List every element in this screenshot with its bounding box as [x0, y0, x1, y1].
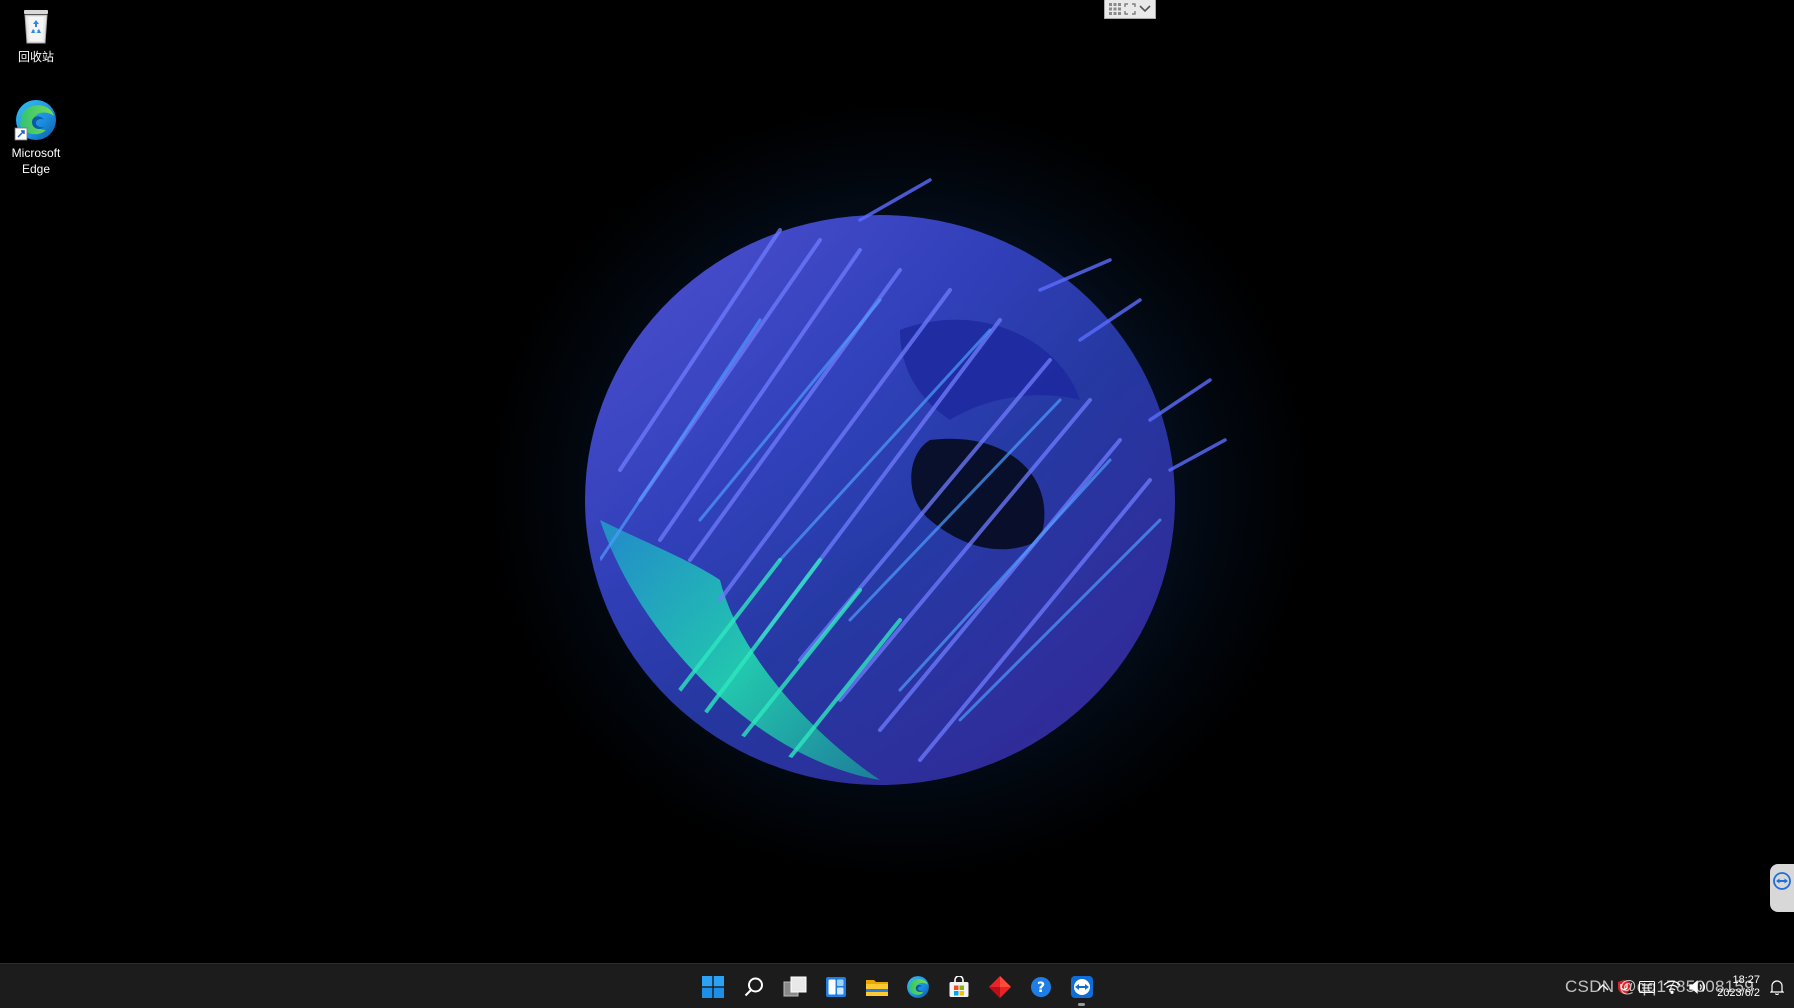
show-hidden-icons-button[interactable]	[1593, 964, 1613, 1008]
fullscreen-icon[interactable]	[1123, 2, 1137, 16]
file-explorer-button[interactable]	[856, 966, 897, 1007]
speaker-icon	[1689, 979, 1706, 994]
help-button[interactable]: ?	[1020, 966, 1061, 1007]
desktop-icon-recycle-bin[interactable]: 回收站	[0, 6, 72, 65]
folder-icon	[865, 979, 888, 996]
teamviewer-side-tab[interactable]	[1770, 864, 1794, 912]
volume-button[interactable]	[1685, 964, 1711, 1008]
search-icon	[744, 977, 763, 996]
teamviewer-taskbar-button[interactable]	[1061, 966, 1102, 1007]
chevron-down-icon[interactable]	[1138, 2, 1152, 16]
red-diamond-app-button[interactable]	[979, 966, 1020, 1007]
input-method-button[interactable]	[1635, 964, 1659, 1008]
taskbar-clock[interactable]: 18:27 2023/6/2	[1711, 974, 1766, 1000]
security-tray-button[interactable]	[1613, 964, 1635, 1008]
teamviewer-icon	[1773, 872, 1791, 890]
chevron-up-icon	[1597, 983, 1609, 990]
store-icon	[949, 975, 968, 997]
edge-icon	[906, 975, 929, 998]
task-view-icon	[783, 976, 806, 996]
grid-icon[interactable]	[1108, 2, 1122, 16]
desktop-icon-label: 回收站	[17, 50, 54, 64]
teamviewer-icon	[1070, 975, 1093, 998]
remote-session-toolbar	[1104, 0, 1156, 19]
notification-button[interactable]	[1766, 964, 1794, 1008]
wifi-icon	[1663, 980, 1681, 994]
search-button[interactable]	[733, 966, 774, 1007]
edge-icon	[14, 100, 56, 141]
widgets-icon	[825, 976, 846, 997]
keyboard-icon	[1639, 980, 1656, 993]
clock-time: 18:27	[1732, 973, 1760, 986]
clock-date: 2023/6/2	[1717, 986, 1760, 999]
bell-icon	[1770, 979, 1784, 995]
start-button[interactable]	[692, 966, 733, 1007]
help-icon: ?	[1030, 976, 1051, 997]
recycle-bin-icon	[24, 10, 48, 44]
network-button[interactable]	[1659, 964, 1685, 1008]
shield-icon	[1618, 979, 1631, 994]
desktop: 回收站 Microsoft Edge	[0, 0, 1794, 963]
svg-text:?: ?	[1036, 980, 1044, 996]
taskbar: ? 18:27 2023/6/2	[0, 963, 1794, 1008]
windows-start-icon	[701, 975, 724, 998]
wallpaper-art	[480, 70, 1320, 910]
edge-taskbar-button[interactable]	[897, 966, 938, 1007]
desktop-icon-label: Microsoft Edge	[11, 146, 61, 176]
desktop-icon-edge[interactable]: Microsoft Edge	[0, 98, 72, 177]
store-button[interactable]	[938, 966, 979, 1007]
widgets-button[interactable]	[815, 966, 856, 1007]
taskbar-apps: ?	[692, 964, 1102, 1008]
task-view-button[interactable]	[774, 966, 815, 1007]
system-tray: 18:27 2023/6/2	[1593, 964, 1794, 1008]
red-diamond-icon	[988, 975, 1011, 998]
